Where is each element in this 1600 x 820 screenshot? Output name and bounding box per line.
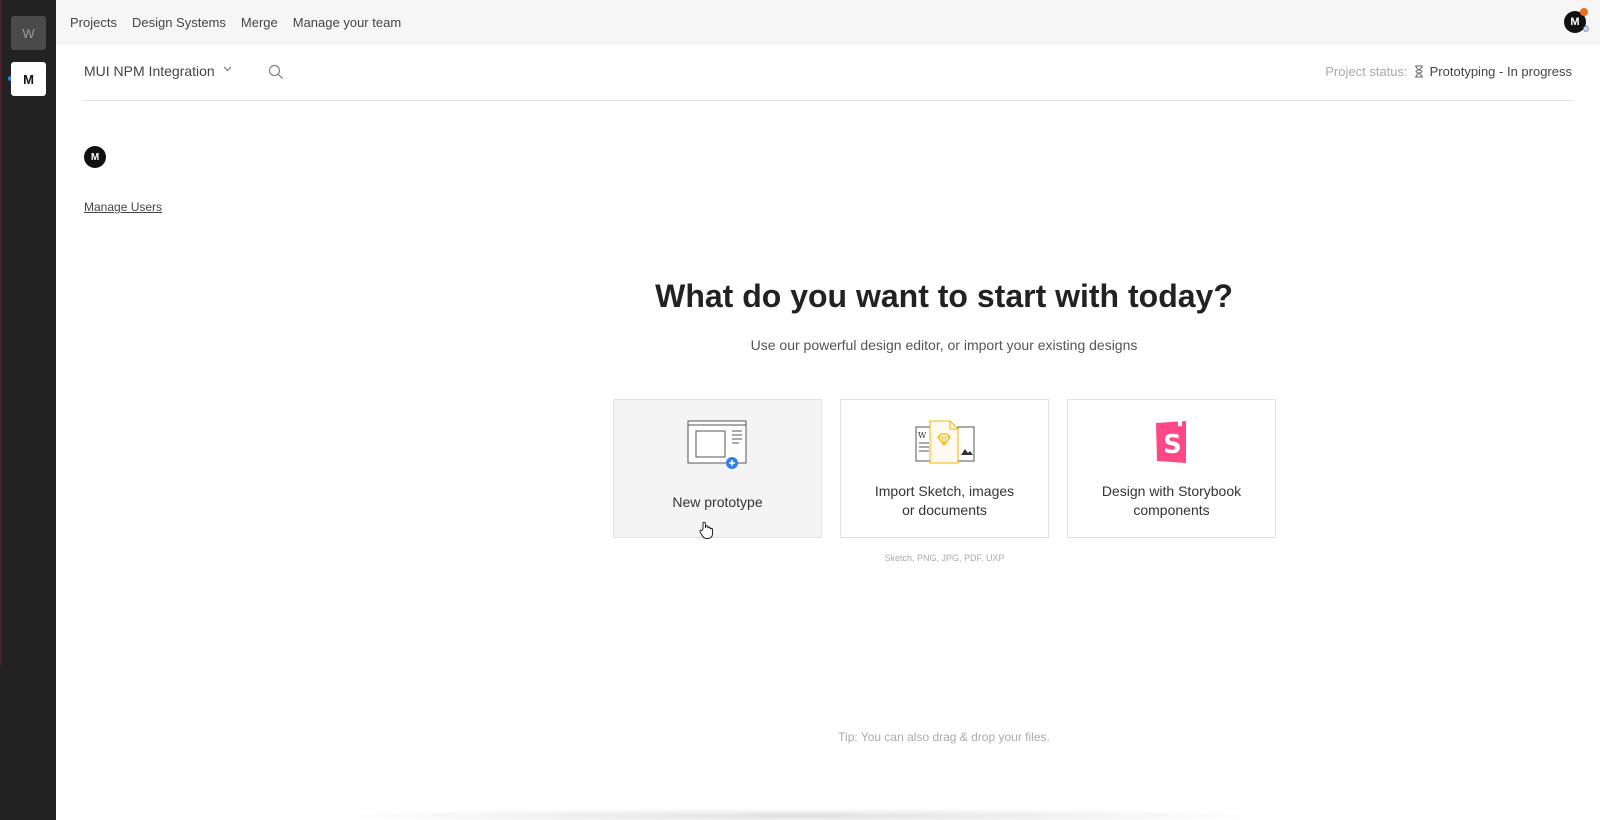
rail-edge xyxy=(0,0,2,665)
member-avatar[interactable]: M xyxy=(84,146,106,168)
chevron-down-icon xyxy=(223,66,232,72)
new-prototype-card[interactable]: New prototype xyxy=(613,399,822,538)
bottom-shadow xyxy=(320,808,1280,820)
manage-users-link[interactable]: Manage Users xyxy=(84,200,162,214)
new-prototype-label: New prototype xyxy=(672,494,763,510)
import-files-icon: W xyxy=(915,420,974,464)
search-icon[interactable] xyxy=(268,64,284,80)
project-name: MUI NPM Integration xyxy=(84,63,215,79)
hourglass-icon xyxy=(1414,65,1423,78)
import-label: Import Sketch, images or documents xyxy=(851,482,1038,520)
svg-text:W: W xyxy=(918,431,927,440)
page-subtitle: Use our powerful design editor, or impor… xyxy=(750,337,1138,353)
nav-merge[interactable]: Merge xyxy=(241,15,278,30)
workspace-rail: W M xyxy=(0,0,56,820)
nav-design-systems[interactable]: Design Systems xyxy=(132,15,226,30)
project-selector[interactable]: MUI NPM Integration xyxy=(84,63,232,79)
storybook-label-line2: components xyxy=(1133,502,1210,518)
workspace-m[interactable]: M xyxy=(11,62,46,96)
import-card[interactable]: W Import Sketch, images or documents xyxy=(840,399,1049,538)
nav-manage-team[interactable]: Manage your team xyxy=(293,15,401,30)
workspace-w[interactable]: W xyxy=(11,16,46,50)
storybook-icon: S xyxy=(1155,421,1186,463)
import-formats-hint: Sketch, PNG, JPG, PDF, UXP xyxy=(884,553,1005,563)
project-status: Project status: Prototyping - In progres… xyxy=(1325,64,1572,79)
project-status-label: Project status: xyxy=(1325,64,1408,79)
settings-badge-icon: ⚙ xyxy=(1581,24,1590,34)
nav-projects[interactable]: Projects xyxy=(70,15,117,30)
page-title: What do you want to start with today? xyxy=(655,278,1233,314)
import-label-line1: Import Sketch, images xyxy=(874,483,1015,499)
main-nav: Projects Design Systems Merge Manage you… xyxy=(70,0,401,45)
top-nav-bar: Projects Design Systems Merge Manage you… xyxy=(56,0,1600,45)
hand-cursor-icon xyxy=(699,521,713,539)
import-label-line2: or documents xyxy=(902,502,987,518)
svg-text:S: S xyxy=(1163,430,1182,460)
header-divider xyxy=(84,100,1572,101)
storybook-card[interactable]: S Design with Storybook components xyxy=(1067,399,1276,538)
storybook-label-line1: Design with Storybook xyxy=(1101,483,1242,499)
prototype-icon xyxy=(687,420,746,469)
project-status-value[interactable]: Prototyping - In progress xyxy=(1430,64,1572,79)
notification-dot xyxy=(1580,8,1588,16)
drag-drop-tip: Tip: You can also drag & drop your files… xyxy=(838,730,1050,744)
storybook-label: Design with Storybook components xyxy=(1078,482,1265,520)
